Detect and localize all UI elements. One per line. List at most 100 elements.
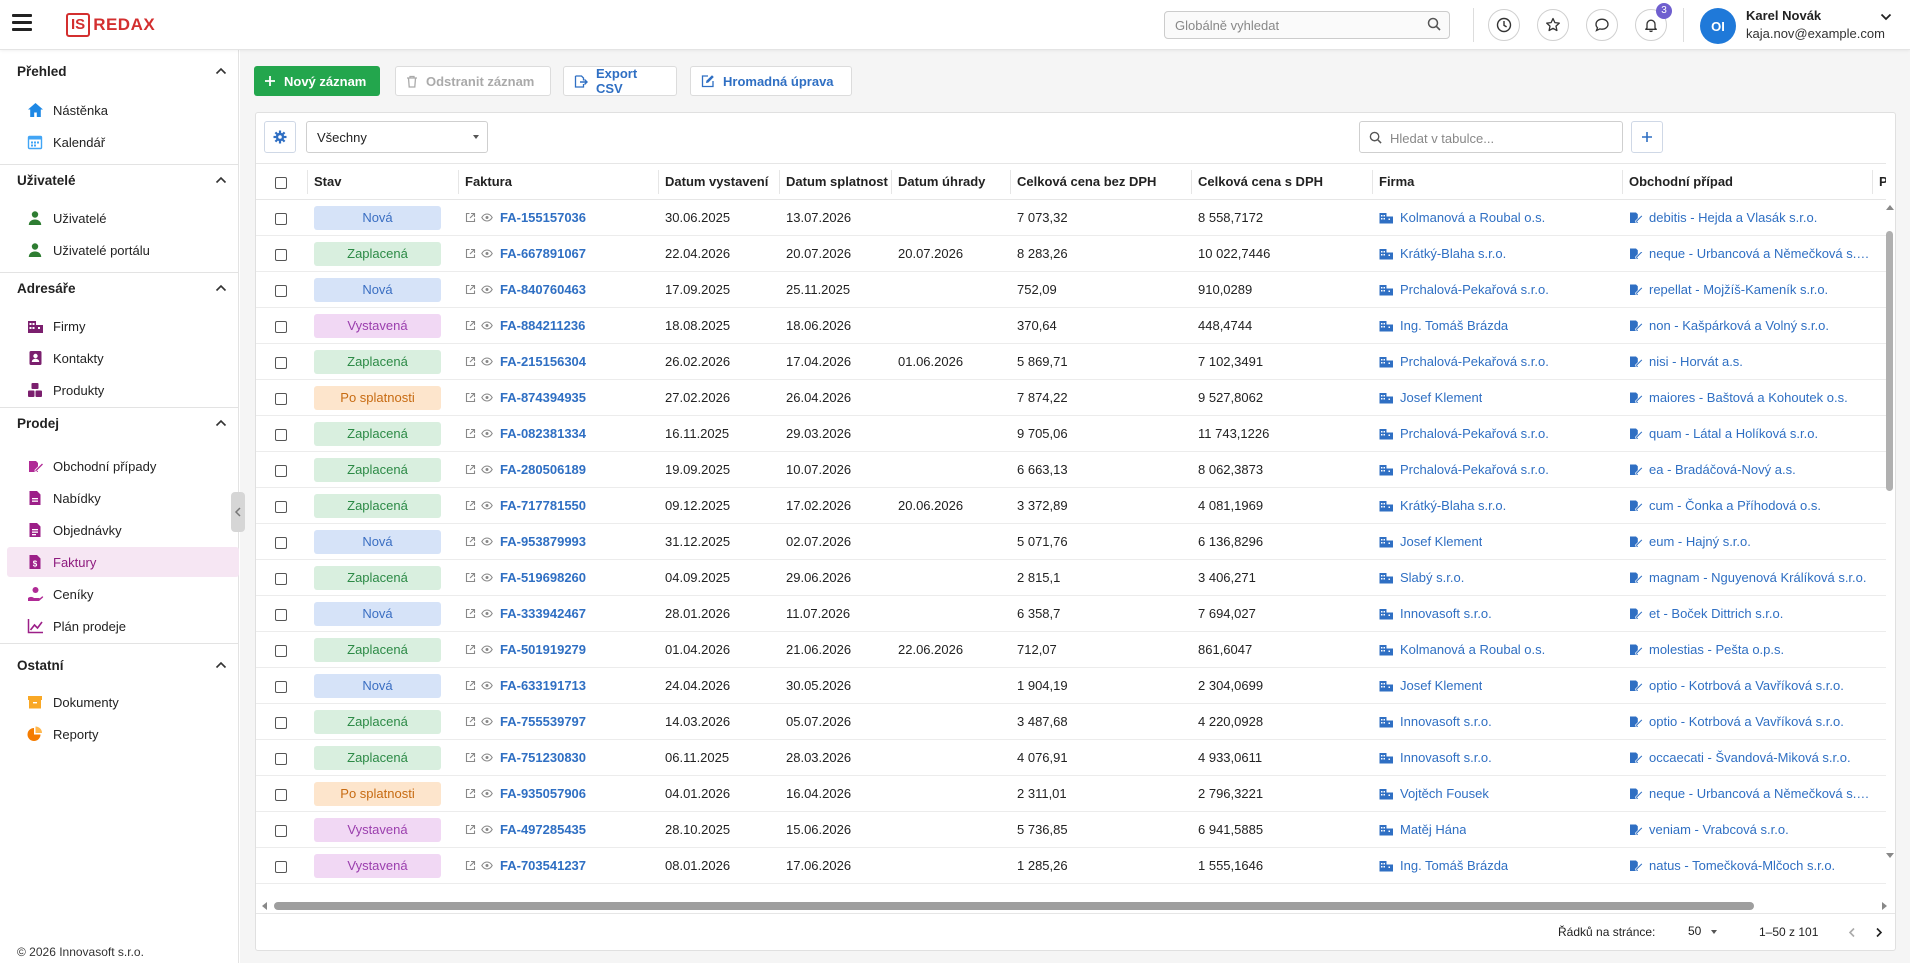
company-link[interactable]: Slabý s.r.o.: [1400, 570, 1464, 585]
sidebar-item-uzivatele[interactable]: Uživatelé: [7, 203, 239, 233]
external-link-icon[interactable]: [465, 212, 476, 223]
row-checkbox[interactable]: [275, 788, 287, 801]
company-link[interactable]: Innovasoft s.r.o.: [1400, 606, 1492, 621]
row-select-cell[interactable]: [256, 487, 307, 524]
sidebar-item-nastenka[interactable]: Nástěnka: [7, 95, 239, 125]
invoice-link[interactable]: FA-519698260: [500, 570, 586, 585]
invoice-link[interactable]: FA-751230830: [500, 750, 586, 765]
row-checkbox[interactable]: [275, 608, 287, 621]
deal-link[interactable]: repellat - Mojžíš-Kameník s.r.o.: [1649, 282, 1828, 297]
row-checkbox[interactable]: [275, 464, 287, 477]
search-icon[interactable]: [1427, 17, 1441, 34]
company-link[interactable]: Prchalová-Pekařová s.r.o.: [1400, 426, 1549, 441]
company-link[interactable]: Innovasoft s.r.o.: [1400, 714, 1492, 729]
deal-link[interactable]: quam - Látal a Holíková s.r.o.: [1649, 426, 1818, 441]
deal-link[interactable]: nisi - Horvát a.s.: [1649, 354, 1743, 369]
external-link-icon[interactable]: [465, 752, 476, 763]
scroll-up-icon[interactable]: [1886, 205, 1894, 210]
select-all-header[interactable]: [256, 163, 307, 200]
row-checkbox[interactable]: [275, 428, 287, 441]
eye-icon[interactable]: [481, 393, 493, 402]
external-link-icon[interactable]: [465, 356, 476, 367]
row-checkbox[interactable]: [275, 320, 287, 333]
eye-icon[interactable]: [481, 609, 493, 618]
delete-record-button[interactable]: Odstranit záznam: [395, 66, 551, 96]
company-link[interactable]: Prchalová-Pekařová s.r.o.: [1400, 462, 1549, 477]
sidebar-item-objednavky[interactable]: Objednávky: [7, 515, 239, 545]
table-row[interactable]: Vystavená FA-703541237 08.01.2026 17.06.202…: [256, 847, 1886, 884]
deal-link[interactable]: optio - Kotrbová a Vavříková s.r.o.: [1649, 714, 1844, 729]
sidebar-item-kalendar[interactable]: Kalendář: [7, 127, 239, 157]
column-header-status[interactable]: Stav: [307, 163, 458, 200]
sidebar-collapse-handle[interactable]: [231, 492, 245, 532]
horizontal-scrollbar[interactable]: [260, 900, 1890, 912]
external-link-icon[interactable]: [465, 284, 476, 295]
deal-link[interactable]: veniam - Vrabcová s.r.o.: [1649, 822, 1789, 837]
column-header-issued[interactable]: Datum vystavení: [658, 163, 779, 200]
row-select-cell[interactable]: [256, 631, 307, 668]
company-link[interactable]: Matěj Hána: [1400, 822, 1466, 837]
notifications-button[interactable]: 3: [1635, 3, 1672, 41]
sidebar-section-prehled[interactable]: Přehled: [0, 56, 239, 86]
external-link-icon[interactable]: [465, 824, 476, 835]
row-select-cell[interactable]: [256, 235, 307, 272]
company-link[interactable]: Ing. Tomáš Brázda: [1400, 318, 1508, 333]
select-all-checkbox[interactable]: [275, 176, 287, 189]
external-link-icon[interactable]: [465, 464, 476, 475]
scroll-left-icon[interactable]: [262, 902, 267, 910]
deal-link[interactable]: molestias - Pešta o.p.s.: [1649, 642, 1784, 657]
eye-icon[interactable]: [481, 717, 493, 726]
invoice-link[interactable]: FA-717781550: [500, 498, 586, 513]
eye-icon[interactable]: [481, 321, 493, 330]
vertical-scrollbar[interactable]: [1884, 163, 1895, 863]
invoice-link[interactable]: FA-667891067: [500, 246, 586, 261]
row-checkbox[interactable]: [275, 392, 287, 405]
sidebar-section-prodej[interactable]: Prodej: [0, 408, 239, 438]
invoice-link[interactable]: FA-333942467: [500, 606, 586, 621]
prev-page-button[interactable]: [1843, 923, 1861, 941]
sidebar-item-obchodni-pripady[interactable]: Obchodní případy: [7, 451, 239, 481]
external-link-icon[interactable]: [465, 500, 476, 511]
table-row[interactable]: Nová FA-155157036 30.06.2025 13.07.2026 7 07…: [256, 199, 1886, 236]
deal-link[interactable]: eum - Hajný s.r.o.: [1649, 534, 1751, 549]
eye-icon[interactable]: [481, 573, 493, 582]
column-header-net[interactable]: Celková cena bez DPH: [1010, 163, 1191, 200]
table-settings-button[interactable]: [264, 121, 296, 153]
row-checkbox[interactable]: [275, 536, 287, 549]
deal-link[interactable]: maiores - Baštová a Kohoutek o.s.: [1649, 390, 1848, 405]
eye-icon[interactable]: [481, 213, 493, 222]
external-link-icon[interactable]: [465, 248, 476, 259]
table-row[interactable]: Zaplacená FA-751230830 06.11.2025 28.03.202…: [256, 739, 1886, 776]
invoice-link[interactable]: FA-280506189: [500, 462, 586, 477]
external-link-icon[interactable]: [465, 428, 476, 439]
sidebar-section-adresare[interactable]: Adresáře: [0, 273, 239, 303]
invoice-link[interactable]: FA-953879993: [500, 534, 586, 549]
deal-link[interactable]: neque - Urbancová a Němečková s.r.o.: [1649, 246, 1872, 261]
company-link[interactable]: Kolmanová a Roubal o.s.: [1400, 642, 1545, 657]
deal-link[interactable]: ea - Bradáčová-Nový a.s.: [1649, 462, 1796, 477]
invoice-link[interactable]: FA-633191713: [500, 678, 586, 693]
eye-icon[interactable]: [481, 429, 493, 438]
company-link[interactable]: Prchalová-Pekařová s.r.o.: [1400, 282, 1549, 297]
table-row[interactable]: Po splatnosti FA-874394935 27.02.2026 26.04…: [256, 379, 1886, 416]
row-select-cell[interactable]: [256, 739, 307, 776]
company-link[interactable]: Krátký-Blaha s.r.o.: [1400, 498, 1506, 513]
eye-icon[interactable]: [481, 681, 493, 690]
row-checkbox[interactable]: [275, 284, 287, 297]
eye-icon[interactable]: [481, 753, 493, 762]
deal-link[interactable]: magnam - Nguyenová Králíková s.r.o.: [1649, 570, 1867, 585]
external-link-icon[interactable]: [465, 608, 476, 619]
external-link-icon[interactable]: [465, 392, 476, 403]
external-link-icon[interactable]: [465, 860, 476, 871]
column-header-gross[interactable]: Celková cena s DPH: [1191, 163, 1372, 200]
deal-link[interactable]: neque - Urbancová a Němečková s.r.o.: [1649, 786, 1872, 801]
company-link[interactable]: Prchalová-Pekařová s.r.o.: [1400, 354, 1549, 369]
deal-link[interactable]: non - Kašpárková a Volný s.r.o.: [1649, 318, 1829, 333]
row-checkbox[interactable]: [275, 752, 287, 765]
row-select-cell[interactable]: [256, 451, 307, 488]
avatar[interactable]: OI: [1700, 8, 1736, 44]
invoice-link[interactable]: FA-215156304: [500, 354, 586, 369]
invoice-link[interactable]: FA-155157036: [500, 210, 586, 225]
deal-link[interactable]: cum - Čonka a Příhodová o.s.: [1649, 498, 1821, 513]
row-checkbox[interactable]: [275, 644, 287, 657]
